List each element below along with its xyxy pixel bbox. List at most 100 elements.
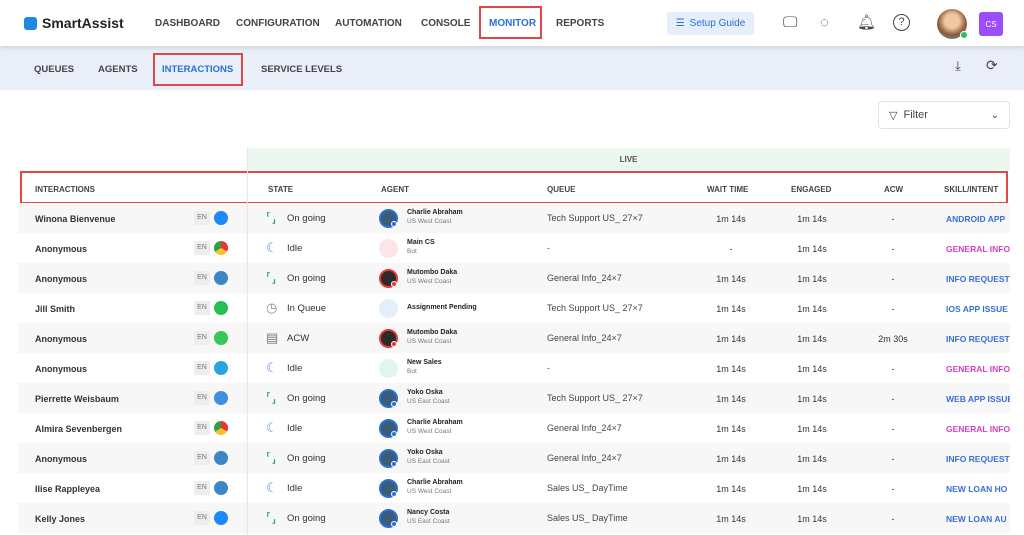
agent-name[interactable]: Mutombo Daka <box>407 329 457 336</box>
table-row[interactable]: Anonymous EN ☾ Idle Main CS Bot - - 1m 1… <box>18 233 1010 263</box>
agent-region: US East Coast <box>407 458 450 465</box>
bell-icon[interactable]: 🔔︎ <box>857 15 876 30</box>
nav-dashboard[interactable]: DASHBOARD <box>155 18 220 29</box>
queue-name: General Info_24×7 <box>547 423 622 433</box>
agent-region: US West Coast <box>407 218 452 225</box>
agent-name[interactable]: Nancy Costa <box>407 509 449 516</box>
table-row[interactable]: Kelly Jones EN ⸢⸥ On going Nancy Costa U… <box>18 503 1010 533</box>
chrome-icon <box>214 241 228 255</box>
skill-intent[interactable]: INFO REQUEST <box>946 334 1010 344</box>
nav-automation[interactable]: AUTOMATION <box>335 18 402 29</box>
table-row[interactable]: Ilise Rappleyea EN ☾ Idle Charlie Abraha… <box>18 473 1010 503</box>
skill-intent[interactable]: GENERAL INFO <box>946 244 1010 254</box>
acw-time: 2m 30s <box>878 334 908 344</box>
chat-icon[interactable]: ◌ <box>820 15 829 30</box>
nav-configuration[interactable]: CONFIGURATION <box>236 18 320 29</box>
nav-console[interactable]: CONSOLE <box>421 18 470 29</box>
table-row[interactable]: Anonymous EN ⸢⸥ On going Mutombo Daka US… <box>18 263 1010 293</box>
agent-region: US West Coast <box>407 488 452 495</box>
agent-name[interactable]: Assignment Pending <box>407 304 477 311</box>
tab-service-levels[interactable]: SERVICE LEVELS <box>261 64 342 75</box>
table-row[interactable]: Anonymous EN ▤ ACW Mutombo Daka US West … <box>18 323 1010 353</box>
agent-status-icon <box>391 491 397 497</box>
table-row[interactable]: Almira Sevenbergen EN ☾ Idle Charlie Abr… <box>18 413 1010 443</box>
acw-time: - <box>891 454 895 464</box>
skill-intent[interactable]: INFO REQUEST <box>946 274 1010 284</box>
brand-name: SmartAssist <box>42 15 124 31</box>
skill-intent[interactable]: INFO REQUEST <box>946 454 1010 464</box>
safari-icon <box>214 391 228 405</box>
agent-region: Bot <box>407 368 417 375</box>
setup-guide-button[interactable]: ☰ Setup Guide <box>667 12 754 35</box>
chevron-down-icon: ⌄ <box>990 109 999 121</box>
customer-name[interactable]: Anonymous <box>35 334 87 344</box>
customer-name[interactable]: Pierrette Weisbaum <box>35 394 119 404</box>
customer-name[interactable]: Anonymous <box>35 364 87 374</box>
engaged-time: 1m 14s <box>797 454 827 464</box>
table-row[interactable]: Anonymous EN ☾ Idle New Sales Bot - 1m 1… <box>18 353 1010 383</box>
tab-agents[interactable]: AGENTS <box>98 64 138 75</box>
col-agent: AGENT <box>381 185 409 194</box>
state-text: Idle <box>287 483 303 494</box>
nav-reports[interactable]: REPORTS <box>556 18 604 29</box>
agent-name[interactable]: New Sales <box>407 359 442 366</box>
agent-name[interactable]: Yoko Oska <box>407 389 443 396</box>
refresh-icon[interactable]: ⟳ <box>986 57 998 74</box>
agent-avatar <box>379 449 398 468</box>
engaged-time: 1m 14s <box>797 214 827 224</box>
tab-queues[interactable]: QUEUES <box>34 64 74 75</box>
agent-name[interactable]: Charlie Abraham <box>407 419 463 426</box>
col-engaged: ENGAGED <box>791 185 832 194</box>
skill-intent[interactable]: ANDROID APP <box>946 214 1010 224</box>
customer-name[interactable]: Almira Sevenbergen <box>35 424 122 434</box>
skill-intent[interactable]: GENERAL INFO <box>946 364 1010 374</box>
customer-name[interactable]: Anonymous <box>35 454 87 464</box>
queue-name: Sales US_ DayTime <box>547 483 628 493</box>
language-badge: EN <box>194 511 210 525</box>
acw-time: - <box>891 274 895 284</box>
user-avatar[interactable] <box>937 9 968 39</box>
customer-name[interactable]: Kelly Jones <box>35 514 85 524</box>
agent-name[interactable]: Charlie Abraham <box>407 479 463 486</box>
state-text: On going <box>287 513 326 524</box>
brand-logo[interactable]: SmartAssist <box>24 15 124 31</box>
table-row[interactable]: Pierrette Weisbaum EN ⸢⸥ On going Yoko O… <box>18 383 1010 413</box>
nav-monitor[interactable]: MONITOR <box>489 18 536 29</box>
skill-intent[interactable]: NEW LOAN AU <box>946 514 1010 524</box>
list-icon: ☰ <box>675 18 685 29</box>
monitor-icon[interactable]: 🖵 <box>783 15 797 30</box>
agent-name[interactable]: Charlie Abraham <box>407 209 463 216</box>
download-icon[interactable]: ⤓ <box>955 58 961 74</box>
engaged-time: 1m 14s <box>797 244 827 254</box>
customer-name[interactable]: Jill Smith <box>35 304 75 314</box>
customer-name[interactable]: Anonymous <box>35 244 87 254</box>
skill-intent[interactable]: WEB APP ISSUE <box>946 394 1010 404</box>
skill-intent[interactable]: NEW LOAN HO <box>946 484 1010 494</box>
queue-name: General Info_24×7 <box>547 273 622 283</box>
queue-name: General Info_24×7 <box>547 333 622 343</box>
account-badge[interactable]: CS <box>979 12 1003 36</box>
agent-name[interactable]: Main CS <box>407 239 435 246</box>
customer-name[interactable]: Anonymous <box>35 274 87 284</box>
tab-interactions[interactable]: INTERACTIONS <box>162 64 233 75</box>
table-row[interactable]: Jill Smith EN ◷ In Queue Assignment Pend… <box>18 293 1010 323</box>
queue-name: - <box>547 243 550 253</box>
filter-dropdown[interactable]: ▽ Filter ⌄ <box>878 101 1010 129</box>
state-text: Idle <box>287 363 303 374</box>
engaged-time: 1m 14s <box>797 484 827 494</box>
state-icon: ⸢⸥ <box>266 390 277 405</box>
customer-name[interactable]: Winona Bienvenue <box>35 214 115 224</box>
agent-name[interactable]: Yoko Oska <box>407 449 443 456</box>
language-badge: EN <box>194 211 210 225</box>
state-text: On going <box>287 273 326 284</box>
skill-intent[interactable]: GENERAL INFO <box>946 424 1010 434</box>
help-icon[interactable]: ? <box>893 14 910 31</box>
agent-name[interactable]: Mutombo Daka <box>407 269 457 276</box>
customer-name[interactable]: Ilise Rappleyea <box>35 484 100 494</box>
table-row[interactable]: Anonymous EN ⸢⸥ On going Yoko Oska US Ea… <box>18 443 1010 473</box>
agent-region: US East Coast <box>407 398 450 405</box>
state-text: Idle <box>287 243 303 254</box>
table-row[interactable]: Winona Bienvenue EN ⸢⸥ On going Charlie … <box>18 203 1010 233</box>
skill-intent[interactable]: IOS APP ISSUE <box>946 304 1010 314</box>
agent-region: US West Coast <box>407 278 452 285</box>
